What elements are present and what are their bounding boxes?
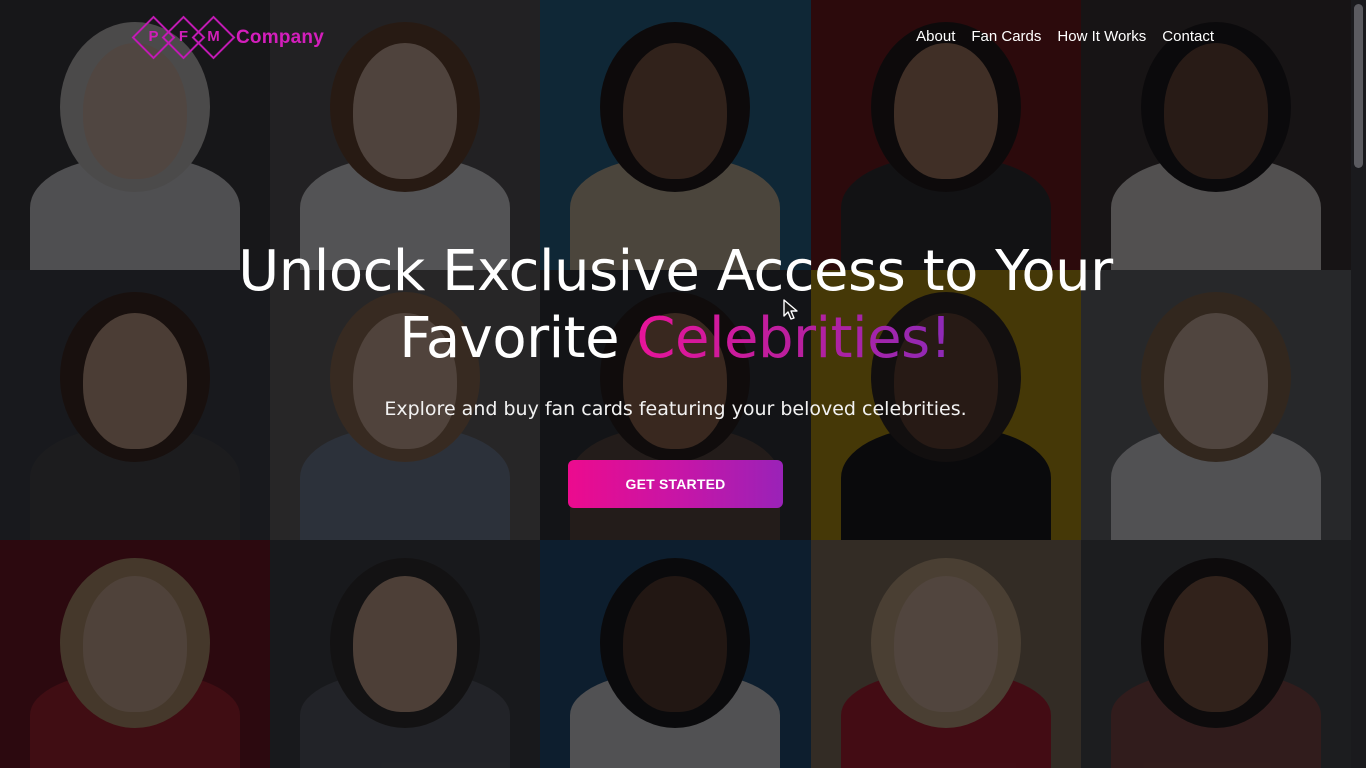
logo-letter: M — [207, 28, 220, 45]
mouse-pointer-icon — [783, 299, 798, 320]
hero-subtitle: Explore and buy fan cards featuring your… — [384, 398, 967, 420]
logo-letter: P — [148, 28, 159, 45]
hero-title-line2-plain: Favorite — [399, 306, 620, 371]
main-nav: About Fan Cards How It Works Contact — [916, 28, 1214, 45]
brand-name: Company — [236, 27, 324, 48]
hero-title: Unlock Exclusive Access to Your Favorite… — [0, 238, 1351, 372]
logo-letter: F — [178, 28, 189, 45]
nav-link-about[interactable]: About — [916, 28, 955, 45]
nav-link-how-it-works[interactable]: How It Works — [1057, 28, 1146, 45]
scrollbar-thumb[interactable] — [1354, 4, 1363, 168]
brand-logo[interactable]: P F M Company — [131, 15, 324, 61]
background-dark-overlay — [0, 0, 1351, 768]
nav-link-contact[interactable]: Contact — [1162, 28, 1214, 45]
nav-link-fan-cards[interactable]: Fan Cards — [971, 28, 1041, 45]
hero-title-line1: Unlock Exclusive Access to Your — [238, 239, 1113, 304]
logo-mark-icon: P F M — [131, 15, 236, 61]
get-started-button[interactable]: GET STARTED — [568, 460, 783, 508]
page-scrollbar[interactable] — [1351, 0, 1366, 768]
